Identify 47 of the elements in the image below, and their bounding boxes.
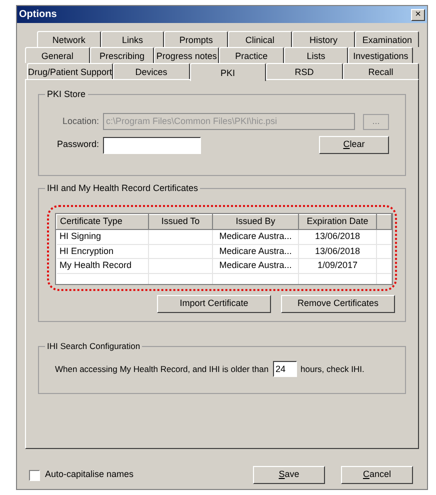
tab[interactable]: RSD xyxy=(266,63,343,79)
tab[interactable]: Recall xyxy=(342,63,419,79)
field-label: Password: xyxy=(56,138,99,152)
tab[interactable]: Prescribing xyxy=(90,47,154,63)
tab[interactable]: Drug/Patient Support xyxy=(27,63,114,79)
tab[interactable]: Links xyxy=(100,31,164,47)
clear-button[interactable]: Clear xyxy=(319,136,389,154)
column-header[interactable]: Issued To xyxy=(148,214,212,230)
column-header[interactable]: Certificate Type xyxy=(56,214,148,230)
table-cell: HI Encryption xyxy=(56,244,148,258)
checkbox[interactable] xyxy=(29,470,40,480)
checkbox-label[interactable]: Auto-capitalise names xyxy=(45,468,134,482)
group-title: IHI Search Configuration xyxy=(45,340,142,353)
tab[interactable]: Clinical xyxy=(228,31,292,47)
remove-button[interactable]: Remove Certificates xyxy=(281,295,395,313)
table-cell: 13/06/2018 xyxy=(298,230,376,244)
tab[interactable]: Devices xyxy=(113,63,190,79)
tab[interactable]: Progress notes xyxy=(154,47,220,63)
table-cell: 13/06/2018 xyxy=(298,244,376,258)
save-button[interactable]: Save xyxy=(253,466,325,484)
import-button[interactable]: Import Certificate xyxy=(157,295,271,313)
password-field[interactable] xyxy=(103,136,201,154)
field-label: Location: xyxy=(61,114,99,128)
instruction-text: hours, check IHI. xyxy=(300,363,364,376)
table-cell: My Health Record xyxy=(56,258,148,273)
tab[interactable]: Lists xyxy=(284,47,348,63)
hours-field[interactable]: 24 xyxy=(272,361,297,377)
group-title: IHI and My Health Record Certificates xyxy=(45,182,200,196)
tab[interactable]: Practice xyxy=(219,47,284,63)
tab[interactable]: Prompts xyxy=(164,31,228,47)
tab[interactable]: History xyxy=(292,31,356,47)
tab[interactable]: General xyxy=(25,47,90,63)
tab[interactable]: PKI xyxy=(190,63,266,81)
column-header[interactable]: Issued By xyxy=(212,214,298,230)
table-cell: Medicare Austra... xyxy=(212,230,298,244)
table-cell: Medicare Austra... xyxy=(212,258,298,273)
table-cell: 1/09/2017 xyxy=(298,258,376,273)
table-cell: HI Signing xyxy=(56,230,148,244)
cancel-button[interactable]: Cancel xyxy=(341,466,413,484)
tab[interactable]: Examination xyxy=(355,31,420,47)
column-header[interactable]: Expiration Date xyxy=(298,214,376,230)
tab[interactable]: Investigations xyxy=(348,47,414,63)
close-button[interactable]: × xyxy=(411,8,425,20)
window-title: Options xyxy=(19,8,57,22)
instruction-text: When accessing My Health Record, and IHI is older than xyxy=(55,363,269,376)
tab[interactable]: Network xyxy=(37,31,101,47)
table-cell: Medicare Austra... xyxy=(212,244,298,258)
